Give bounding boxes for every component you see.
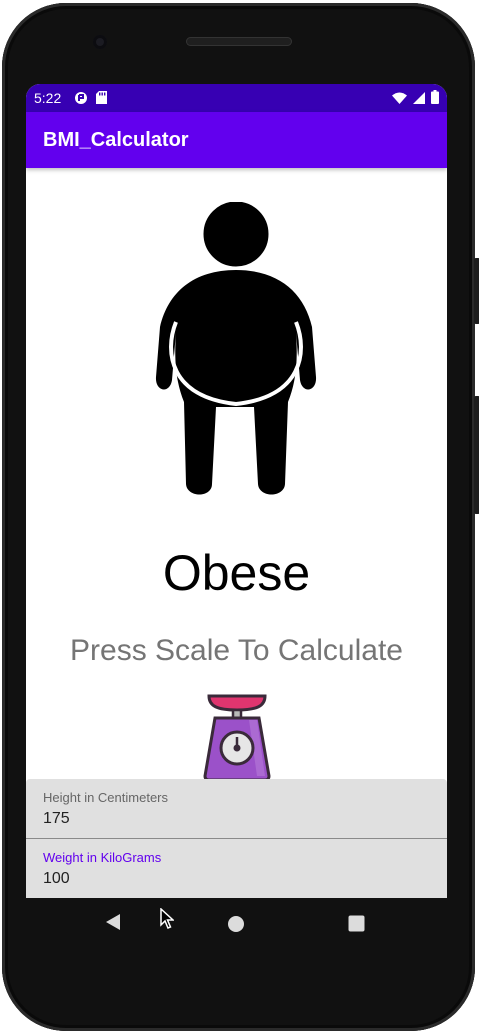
front-camera	[93, 35, 107, 49]
power-button	[474, 258, 479, 324]
recents-icon[interactable]	[348, 915, 365, 936]
weight-input-label: Weight in KiloGrams	[43, 850, 162, 865]
bmi-category-label: Obese	[162, 545, 311, 601]
mouse-cursor-icon	[160, 907, 175, 934]
system-navigation-bar	[26, 898, 447, 948]
weight-input-field[interactable]: Weight in KiloGrams 100	[26, 839, 447, 898]
earpiece-speaker	[186, 37, 292, 46]
media-notification-icon	[74, 91, 88, 108]
calculate-scale-button[interactable]	[201, 690, 273, 782]
status-time: 5:22	[34, 90, 62, 106]
weighing-scale-icon	[203, 694, 271, 782]
status-left-icons	[74, 91, 107, 108]
home-icon[interactable]	[227, 915, 245, 937]
volume-button	[474, 396, 479, 514]
app-screen: 5:22 BMI_Calculator Obese Press Scale To…	[26, 84, 447, 898]
app-title: BMI_Calculator	[43, 129, 189, 151]
back-icon[interactable]	[104, 912, 122, 936]
battery-icon	[431, 90, 439, 107]
app-bar: BMI_Calculator	[26, 112, 447, 168]
instruction-text: Press Scale To Calculate	[70, 634, 403, 667]
status-right-icons	[392, 90, 439, 107]
wifi-icon	[392, 91, 407, 107]
height-input-field[interactable]: Height in Centimeters 175	[26, 779, 447, 839]
status-bar: 5:22	[26, 84, 447, 112]
height-input-value[interactable]: 175	[43, 810, 70, 828]
sd-card-icon	[96, 91, 107, 108]
obese-person-icon	[154, 198, 319, 502]
weight-input-value[interactable]: 100	[43, 870, 70, 888]
phone-device: 5:22 BMI_Calculator Obese Press Scale To…	[0, 0, 479, 1035]
height-input-label: Height in Centimeters	[43, 790, 168, 805]
signal-icon	[413, 91, 425, 107]
